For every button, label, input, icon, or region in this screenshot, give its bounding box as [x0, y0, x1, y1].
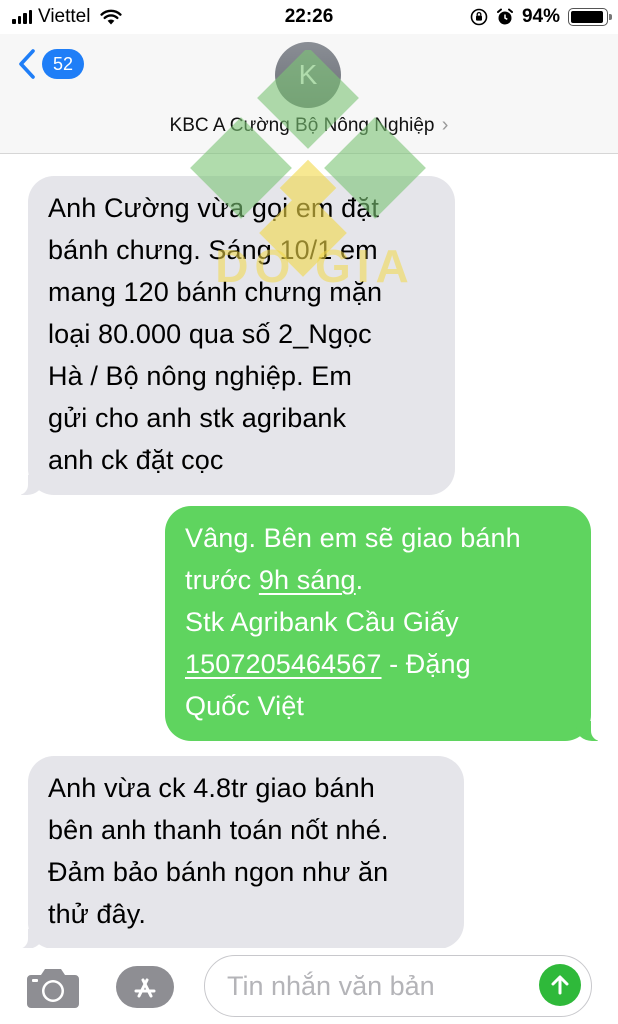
message-line: Đảm bảo bánh ngon như ăn [48, 857, 389, 887]
message-line: gửi cho anh stk agribank [48, 403, 347, 433]
status-bar: Viettel 22:26 94% [0, 0, 618, 34]
send-button[interactable] [539, 964, 581, 1006]
message-input-bar: Tin nhắn văn bản [0, 948, 618, 1024]
message-bubble-incoming[interactable]: Anh vừa ck 4.8tr giao bánh bên anh thanh… [14, 756, 464, 949]
message-line: Stk Agribank Cầu Giấy [185, 607, 459, 637]
battery-percent: 94% [521, 6, 560, 27]
message-line: Vâng. Bên em sẽ giao bánh [185, 523, 521, 553]
unread-count-badge: 52 [42, 49, 85, 79]
message-line: Anh vừa ck 4.8tr giao bánh [48, 773, 375, 803]
chevron-left-icon [19, 49, 35, 79]
account-number-link[interactable]: 1507205464567 [185, 649, 382, 679]
conversation-header: 52 K KBC A Cường Bộ Nông Nghiệp › [0, 34, 618, 154]
back-button[interactable]: 52 [18, 48, 85, 80]
chevron-right-icon: › [441, 114, 449, 136]
status-right: 94% [470, 6, 612, 28]
contact-name-button[interactable]: KBC A Cường Bộ Nông Nghiệp › [0, 114, 618, 137]
message-line: Hà / Bộ nông nghiệp. Em [48, 361, 352, 391]
app-store-glyph-icon [134, 978, 156, 998]
message-bubble-outgoing[interactable]: Vâng. Bên em sẽ giao bánh trước 9h sáng.… [165, 506, 605, 741]
message-line: anh ck đặt cọc [48, 445, 224, 475]
message-bubble-incoming[interactable]: Anh Cường vừa gọi em đặt bánh chưng. Sán… [14, 176, 455, 495]
message-line: 1507205464567 - Đặng [185, 643, 571, 685]
contact-avatar[interactable]: K [275, 42, 341, 108]
battery-icon [568, 8, 612, 26]
send-arrow-icon [551, 975, 569, 995]
message-line: thử đây. [48, 899, 146, 929]
message-text: - Đặng [381, 649, 471, 679]
message-text: . [355, 565, 364, 595]
message-line: mang 120 bánh chưng mặn [48, 277, 383, 307]
input-placeholder: Tin nhắn văn bản [227, 971, 435, 1001]
message-line: bên anh thanh toán nốt nhé. [48, 815, 389, 845]
battery-level [571, 11, 603, 23]
messages-screen: Viettel 22:26 94% 52 K KBC A Cường Bộ Nô… [0, 0, 618, 1024]
message-text-input[interactable]: Tin nhắn văn bản [204, 955, 592, 1017]
message-line: trước 9h sáng. [185, 559, 571, 601]
message-text: trước [185, 565, 259, 595]
alarm-icon [496, 8, 513, 25]
message-line: bánh chưng. Sáng 10/1 em [48, 235, 378, 265]
app-store-icon[interactable] [116, 966, 174, 1008]
camera-icon[interactable] [26, 965, 80, 1009]
contact-name: KBC A Cường Bộ Nông Nghiệp [169, 115, 435, 136]
time-link[interactable]: 9h sáng [259, 565, 356, 595]
orientation-lock-icon [470, 8, 488, 26]
message-line: loại 80.000 qua số 2_Ngọc [48, 319, 372, 349]
message-line: Quốc Việt [185, 691, 304, 721]
message-line: Anh Cường vừa gọi em đặt [48, 193, 379, 223]
